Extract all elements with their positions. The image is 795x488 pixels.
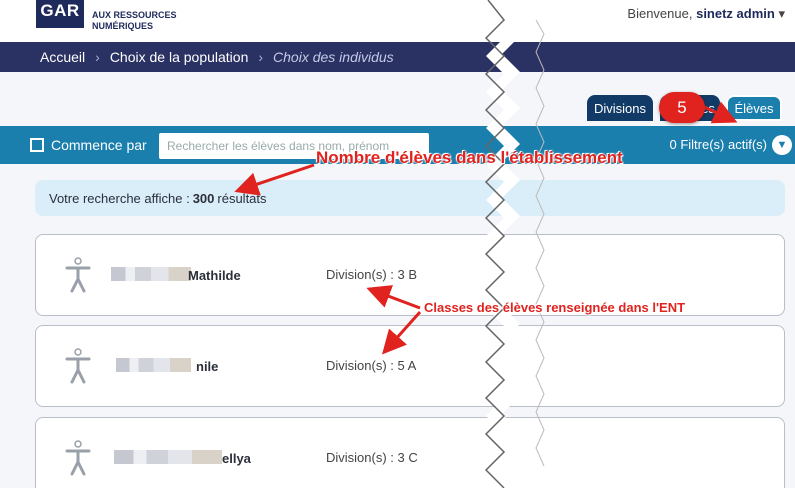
welcome-prefix: Bienvenue, (627, 6, 693, 21)
student-division: Division(s) : 3 B (326, 267, 418, 282)
results-count: 300 (192, 190, 215, 206)
annotation-student-count: Nombre d'élèves dans l'établissement (316, 148, 623, 167)
student-name: ellya (222, 451, 251, 466)
results-banner: Votre recherche affiche : 300 résultats (35, 180, 785, 216)
top-header: GAR AUX RESSOURCES NUMÉRIQUES Bienvenue,… (0, 0, 795, 42)
student-card[interactable]: ellya Division(s) : 3 C (35, 417, 785, 488)
torn-edge-graphic (484, 0, 545, 488)
breadcrumb-home[interactable]: Accueil (40, 49, 85, 65)
welcome-user: sinetz admin (696, 6, 775, 21)
person-icon (65, 348, 91, 384)
gar-logo[interactable]: GAR (36, 0, 84, 28)
blurred-surname (114, 450, 222, 464)
blurred-surname (111, 267, 191, 281)
blurred-surname (116, 358, 191, 372)
starts-with-checkbox[interactable] (30, 138, 44, 152)
breadcrumb-separator-icon: › (258, 49, 264, 65)
breadcrumb: Accueil › Choix de la population › Choix… (0, 42, 795, 72)
student-name: nile (196, 359, 219, 374)
logo-text: AUX RESSOURCES NUMÉRIQUES (92, 10, 177, 32)
student-name: Mathilde (188, 268, 241, 283)
results-suffix: résultats (217, 190, 267, 206)
breadcrumb-population[interactable]: Choix de la population (110, 49, 249, 65)
person-icon (65, 440, 91, 476)
chevron-down-icon[interactable]: ▼ (772, 135, 792, 155)
step-number-badge: 5 (659, 92, 705, 123)
starts-with-label[interactable]: Commence par (51, 137, 147, 153)
student-division: Division(s) : 3 C (326, 450, 418, 465)
breadcrumb-current: Choix des individus (273, 49, 394, 65)
active-filters-label[interactable]: 0 Filtre(s) actif(s) (670, 137, 768, 152)
chevron-down-icon: ▾ (778, 6, 785, 21)
welcome-menu[interactable]: Bienvenue, sinetz admin ▾ (627, 6, 785, 22)
student-division: Division(s) : 5 A (326, 358, 417, 373)
person-icon (65, 257, 91, 293)
breadcrumb-separator-icon: › (95, 49, 100, 65)
logo-line-2: NUMÉRIQUES (92, 21, 154, 31)
student-card[interactable]: nile Division(s) : 5 A (35, 325, 785, 407)
logo-line-1: AUX RESSOURCES (92, 10, 177, 20)
annotation-class-info: Classes des élèves renseignée dans l'ENT (424, 300, 686, 315)
tab-eleves[interactable]: Élèves (726, 95, 782, 121)
results-prefix: Votre recherche affiche : (49, 190, 190, 206)
tab-divisions[interactable]: Divisions (587, 95, 653, 121)
